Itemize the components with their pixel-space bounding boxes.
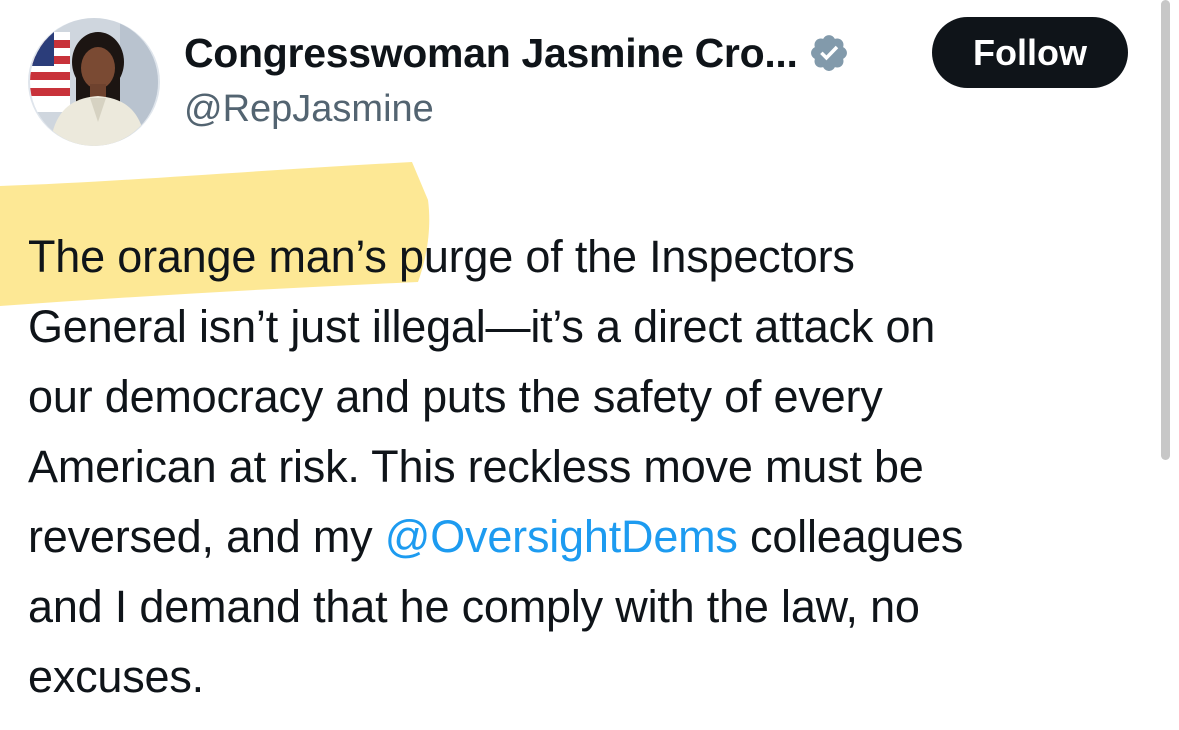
author-name-row: Congresswoman Jasmine Cro... bbox=[184, 26, 850, 80]
scrollbar[interactable] bbox=[1157, 0, 1179, 730]
mention-link-oversightdems[interactable]: @OversightDems bbox=[385, 511, 738, 562]
tweet-line: and I demand that he comply with the law… bbox=[28, 581, 920, 632]
tweet-text-segment: reversed, and my bbox=[28, 511, 385, 562]
verified-badge-icon bbox=[808, 32, 850, 74]
scrollbar-thumb[interactable] bbox=[1161, 0, 1170, 460]
tweet-line: our democracy and puts the safety of eve… bbox=[28, 371, 883, 422]
tweet-line: excuses. bbox=[28, 651, 204, 702]
tweet-text: The orange man’s purge of the Inspectors… bbox=[28, 222, 1138, 712]
follow-button[interactable]: Follow bbox=[932, 17, 1128, 88]
tweet-line: General isn’t just illegal—it’s a direct… bbox=[28, 301, 936, 352]
tweet-screen: Congresswoman Jasmine Cro... @RepJasmine… bbox=[0, 0, 1179, 730]
tweet-line: American at risk. This reckless move mus… bbox=[28, 441, 924, 492]
author-handle[interactable]: @RepJasmine bbox=[184, 84, 434, 134]
author-display-name[interactable]: Congresswoman Jasmine Cro... bbox=[184, 26, 798, 80]
avatar[interactable] bbox=[28, 18, 160, 146]
tweet-line: The orange man’s purge of the Inspectors bbox=[28, 231, 855, 282]
tweet-text-segment: colleagues bbox=[737, 511, 964, 562]
profile-photo-icon bbox=[30, 18, 158, 146]
tweet-line: reversed, and my @OversightDems colleagu… bbox=[28, 502, 1138, 572]
